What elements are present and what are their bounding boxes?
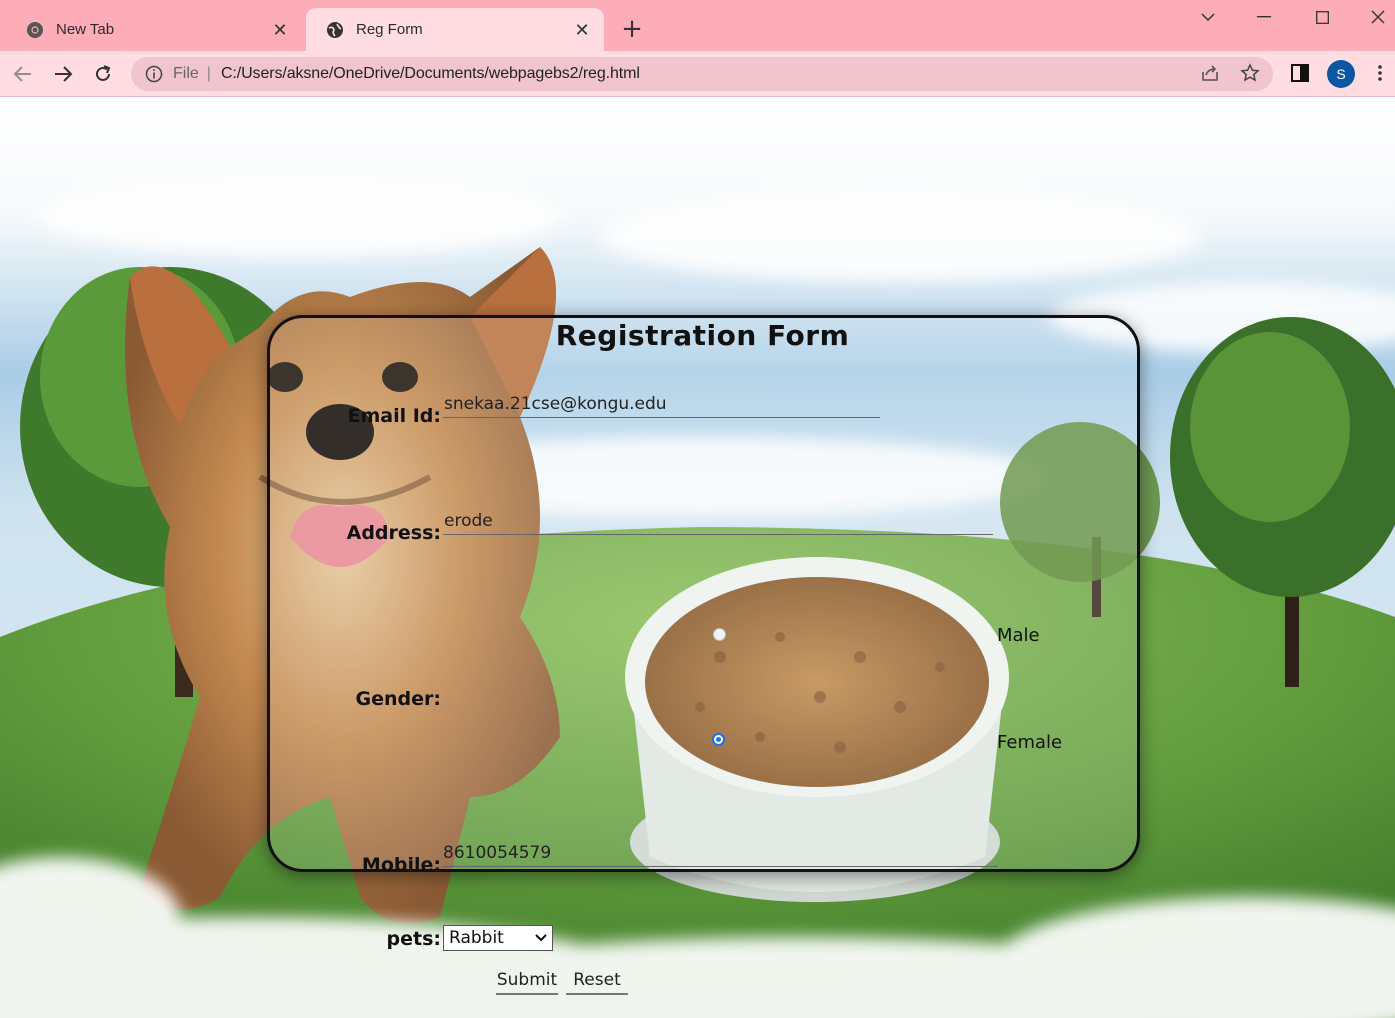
new-tab-button[interactable]: + <box>618 16 646 44</box>
globe-icon <box>327 21 343 38</box>
share-icon[interactable] <box>1196 59 1224 87</box>
tab-label: New Tab <box>56 21 115 38</box>
pets-label: pets: <box>386 928 441 950</box>
gender-male-radio[interactable] <box>713 628 726 641</box>
browser-toolbar: File | C:/Users/aksne/OneDrive/Documents… <box>0 51 1395 97</box>
kebab-menu-icon[interactable] <box>1366 59 1394 87</box>
profile-avatar[interactable]: S <box>1327 60 1355 88</box>
back-arrow-icon[interactable] <box>8 59 38 89</box>
close-tab-icon[interactable]: ✕ <box>572 20 592 40</box>
forward-arrow-icon[interactable] <box>48 59 78 89</box>
tab-strip: New Tab ✕ Reg Form ✕ + <box>0 0 1395 51</box>
url-scheme: File <box>173 65 199 82</box>
reset-button[interactable]: Reset <box>566 969 628 995</box>
gender-female-radio[interactable] <box>712 733 725 746</box>
minimize-icon[interactable] <box>1244 6 1284 28</box>
tab-reg-form[interactable]: Reg Form ✕ <box>306 8 604 51</box>
mobile-field[interactable]: 8610054579 <box>442 843 998 867</box>
email-label: Email Id: <box>347 405 441 427</box>
pets-select[interactable]: Rabbit <box>443 925 553 951</box>
url-separator: | <box>206 65 211 82</box>
chevron-down-icon <box>535 934 547 942</box>
close-tab-icon[interactable]: ✕ <box>270 20 290 40</box>
tab-search-chevron-icon[interactable] <box>1188 6 1228 28</box>
tab-label: Reg Form <box>356 21 423 38</box>
gender-male-label: Male <box>997 625 1040 646</box>
bookmark-star-icon[interactable] <box>1236 59 1264 87</box>
address-label: Address: <box>346 522 441 544</box>
maximize-icon[interactable] <box>1302 6 1342 28</box>
address-bar[interactable]: File | C:/Users/aksne/OneDrive/Documents… <box>131 57 1273 91</box>
mobile-label: Mobile: <box>361 854 441 876</box>
side-panel-icon[interactable] <box>1286 59 1314 87</box>
pets-selected-value: Rabbit <box>449 928 504 948</box>
info-icon[interactable] <box>145 65 163 83</box>
page-viewport: Registration Form Email Id: snekaa.21cse… <box>0 97 1395 1018</box>
address-field[interactable]: erode <box>443 511 993 535</box>
form-title: Registration Form <box>555 319 850 352</box>
submit-button[interactable]: Submit <box>496 969 558 995</box>
tab-new-tab[interactable]: New Tab ✕ <box>6 8 302 51</box>
chrome-icon <box>27 21 43 38</box>
gender-label: Gender: <box>355 688 441 710</box>
gender-female-label: Female <box>997 732 1063 753</box>
url-text[interactable]: C:/Users/aksne/OneDrive/Documents/webpag… <box>221 65 640 83</box>
email-field[interactable]: snekaa.21cse@kongu.edu <box>443 394 880 418</box>
close-window-icon[interactable] <box>1358 6 1395 28</box>
reload-icon[interactable] <box>88 59 118 89</box>
